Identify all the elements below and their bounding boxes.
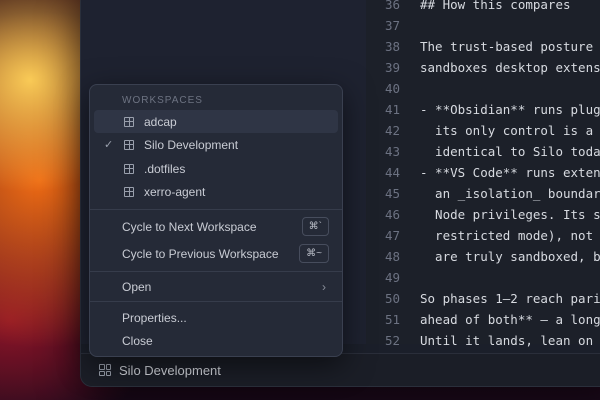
line-number: 40 <box>384 81 400 96</box>
line-number: 36 <box>384 0 400 12</box>
line-number: 37 <box>384 18 400 33</box>
workspace-label: .dotfiles <box>144 161 186 176</box>
code-line[interactable]: 46 Node privileges. Its s <box>366 207 600 228</box>
shortcut-badge: ⌘` <box>301 217 329 236</box>
open-menu-item[interactable]: Open › <box>94 275 338 298</box>
line-number: 50 <box>384 291 400 306</box>
line-number: 41 <box>384 102 400 117</box>
workspace-label: Silo Development <box>144 137 239 152</box>
workspace-grid-icon <box>99 364 111 376</box>
line-text: its only control is a <box>420 123 594 138</box>
code-line[interactable]: 43 identical to Silo toda <box>366 144 600 165</box>
code-line[interactable]: 40 <box>366 81 600 102</box>
code-line[interactable]: 52 Until it lands, lean on <box>366 333 600 354</box>
menu-divider <box>90 271 342 272</box>
line-number: 52 <box>384 333 400 348</box>
line-text: - **Obsidian** runs plug <box>420 102 600 117</box>
status-workspace-name[interactable]: Silo Development <box>119 363 221 378</box>
close-menu-item[interactable]: Close <box>94 329 338 352</box>
menu-divider <box>90 301 342 302</box>
line-number: 42 <box>384 123 400 138</box>
workspace-item-xerro-agent[interactable]: xerro-agent <box>94 180 338 203</box>
workspace-grid-icon <box>124 186 134 197</box>
code-line[interactable]: 47 restricted mode), not <box>366 228 600 249</box>
cycle-previous-workspace-item[interactable]: Cycle to Previous Workspace ⌘~ <box>94 242 338 265</box>
code-line[interactable]: 41 - **Obsidian** runs plug <box>366 102 600 123</box>
line-text: So phases 1–2 reach pari <box>420 291 600 306</box>
line-text: are truly sandboxed, b <box>420 249 600 264</box>
code-line[interactable]: 50 So phases 1–2 reach pari <box>366 291 600 312</box>
line-number: 45 <box>384 186 400 201</box>
line-text: an _isolation_ boundar <box>420 186 600 201</box>
line-number: 48 <box>384 249 400 264</box>
cycle-next-workspace-item[interactable]: Cycle to Next Workspace ⌘` <box>94 215 338 238</box>
line-text: - **VS Code** runs exten <box>420 165 600 180</box>
line-number: 49 <box>384 270 400 285</box>
menu-divider <box>90 209 342 210</box>
code-line[interactable]: 49 <box>366 270 600 291</box>
workspace-item-silo-development[interactable]: ✓ Silo Development <box>94 133 338 156</box>
code-line[interactable]: 44 - **VS Code** runs exten <box>366 165 600 186</box>
line-number: 39 <box>384 60 400 75</box>
workspace-label: xerro-agent <box>144 184 206 199</box>
code-line[interactable]: 39 sandboxes desktop extens <box>366 60 600 81</box>
code-line[interactable]: 36 ## How this compares <box>366 0 600 18</box>
line-text: restricted mode), not <box>420 228 594 243</box>
code-line[interactable]: 48 are truly sandboxed, b <box>366 249 600 270</box>
line-number: 38 <box>384 39 400 54</box>
line-number: 44 <box>384 165 400 180</box>
workspace-grid-icon <box>124 139 134 150</box>
line-text: sandboxes desktop extens <box>420 60 600 75</box>
workspace-grid-icon <box>124 163 134 174</box>
workspace-context-menu: WORKSPACES adcap ✓ Silo Development .dot… <box>89 84 343 357</box>
code-editor[interactable]: 36 ## How this compares 37 38 The trust-base… <box>366 0 600 386</box>
code-line[interactable]: 37 <box>366 18 600 39</box>
line-number: 47 <box>384 228 400 243</box>
line-text: Until it lands, lean on <box>420 333 594 348</box>
line-text: identical to Silo toda <box>420 144 600 159</box>
menu-item-label: Close <box>122 333 153 348</box>
code-line[interactable]: 42 its only control is a <box>366 123 600 144</box>
workspace-label: adcap <box>144 114 177 129</box>
menu-item-label: Cycle to Previous Workspace <box>122 246 279 261</box>
status-bar: Silo Development <box>81 353 600 386</box>
line-number: 43 <box>384 144 400 159</box>
line-text: ## How this compares <box>420 0 571 12</box>
checkmark-icon: ✓ <box>104 139 114 151</box>
line-text: The trust-based posture <box>420 39 594 54</box>
line-text: Node privileges. Its s <box>420 207 600 222</box>
menu-item-label: Open <box>122 279 152 294</box>
line-number: 46 <box>384 207 400 222</box>
line-number: 51 <box>384 312 400 327</box>
menu-item-label: Cycle to Next Workspace <box>122 219 257 234</box>
workspace-grid-icon <box>124 116 134 127</box>
line-text: ahead of both** — a longe <box>420 312 600 327</box>
code-line[interactable]: 51 ahead of both** — a longe <box>366 312 600 333</box>
workspace-item-adcap[interactable]: adcap <box>94 110 338 133</box>
code-line[interactable]: 45 an _isolation_ boundar <box>366 186 600 207</box>
properties-menu-item[interactable]: Properties... <box>94 306 338 329</box>
chevron-right-icon: › <box>322 279 326 294</box>
menu-item-label: Properties... <box>122 310 187 325</box>
menu-section-header: WORKSPACES <box>122 95 203 106</box>
code-line[interactable]: 38 The trust-based posture <box>366 39 600 60</box>
shortcut-badge: ⌘~ <box>299 244 329 263</box>
workspace-item-dotfiles[interactable]: .dotfiles <box>94 157 338 180</box>
